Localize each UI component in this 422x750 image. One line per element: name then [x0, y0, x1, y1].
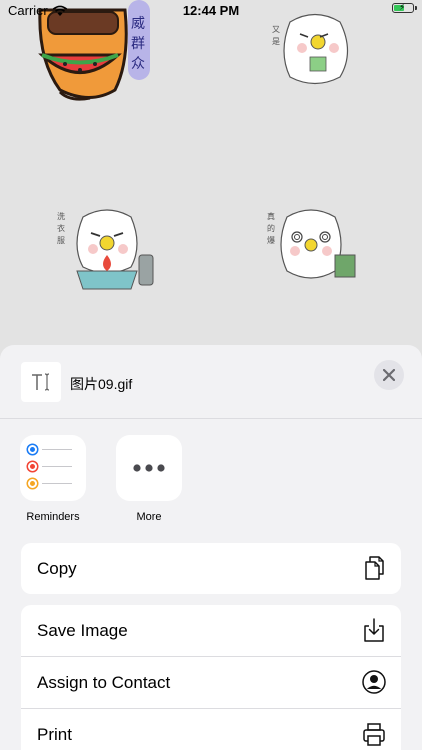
app-label-more: More [136, 511, 162, 523]
svg-text:真: 真 [267, 211, 275, 221]
svg-text:洗: 洗 [57, 211, 65, 221]
status-bar: Carrier 12:44 PM ⚡ [0, 0, 422, 22]
action-save-image[interactable]: Save Image [21, 605, 401, 656]
reminder-bar [42, 483, 72, 484]
svg-text:是: 是 [272, 37, 280, 46]
share-sheet-header: 图片09.gif [0, 345, 422, 419]
reminder-dot-blue [28, 445, 37, 454]
action-copy[interactable]: Copy [21, 543, 401, 594]
file-type-glyph [32, 373, 50, 391]
reminder-line-blue [28, 445, 72, 454]
sticker-top-right[interactable]: 又 是 [270, 12, 360, 87]
action-label-assign-contact: Assign to Contact [37, 672, 171, 692]
action-group-copy: Copy [21, 543, 401, 594]
close-button[interactable] [374, 360, 404, 390]
reminder-dot-red [28, 462, 37, 471]
text-cursor-icon [21, 362, 61, 402]
action-label-save-image: Save Image [37, 620, 128, 640]
share-sheet: 图片09.gif Reminders More Copy Save Image … [0, 345, 422, 750]
action-label-print: Print [37, 724, 72, 744]
file-name: 图片09.gif [70, 376, 133, 392]
action-assign-contact[interactable]: Assign to Contact [21, 656, 401, 708]
action-print[interactable]: Print [21, 708, 401, 750]
sticker-grid: 威 群 众 又 是 洗 衣 服 真 的 爆 [0, 0, 422, 350]
sticker-middle-right[interactable]: 真 的 爆 [265, 205, 365, 293]
app-label-reminders: Reminders [26, 511, 80, 523]
more-icon [116, 435, 182, 501]
svg-text:衣: 衣 [57, 223, 65, 233]
more-dots [133, 464, 165, 472]
svg-text:爆: 爆 [267, 235, 275, 245]
status-right: ⚡ [392, 2, 417, 13]
print-icon [363, 723, 385, 746]
svg-text:服: 服 [57, 236, 65, 245]
svg-text:的: 的 [267, 223, 275, 233]
save-image-icon [364, 618, 384, 642]
close-icon [383, 369, 395, 381]
reminders-icon [20, 435, 86, 501]
reminder-dot-orange [28, 479, 37, 488]
action-label-copy: Copy [37, 558, 77, 578]
reminder-bar [42, 449, 72, 450]
svg-text:众: 众 [131, 56, 145, 72]
apps-row: Reminders More [20, 435, 182, 523]
action-group-main: Save Image Assign to Contact Print [21, 605, 401, 750]
battery-charging-icon: ⚡ [392, 2, 417, 13]
charging-bolt-icon: ⚡ [399, 2, 406, 12]
svg-text:又: 又 [272, 25, 280, 34]
contact-icon [362, 670, 386, 694]
app-more[interactable]: More [116, 435, 182, 523]
copy-icon [365, 556, 384, 580]
sticker-middle-left[interactable]: 洗 衣 服 [55, 205, 165, 297]
reminder-line-red [28, 462, 72, 471]
reminder-line-orange [28, 479, 72, 488]
app-reminders[interactable]: Reminders [20, 435, 86, 523]
status-time: 12:44 PM [182, 3, 240, 18]
screen: 威 群 众 又 是 洗 衣 服 真 的 爆 Carrier 12:44 PM ⚡… [0, 0, 422, 750]
svg-text:群: 群 [131, 36, 145, 52]
reminder-bar [42, 466, 72, 467]
